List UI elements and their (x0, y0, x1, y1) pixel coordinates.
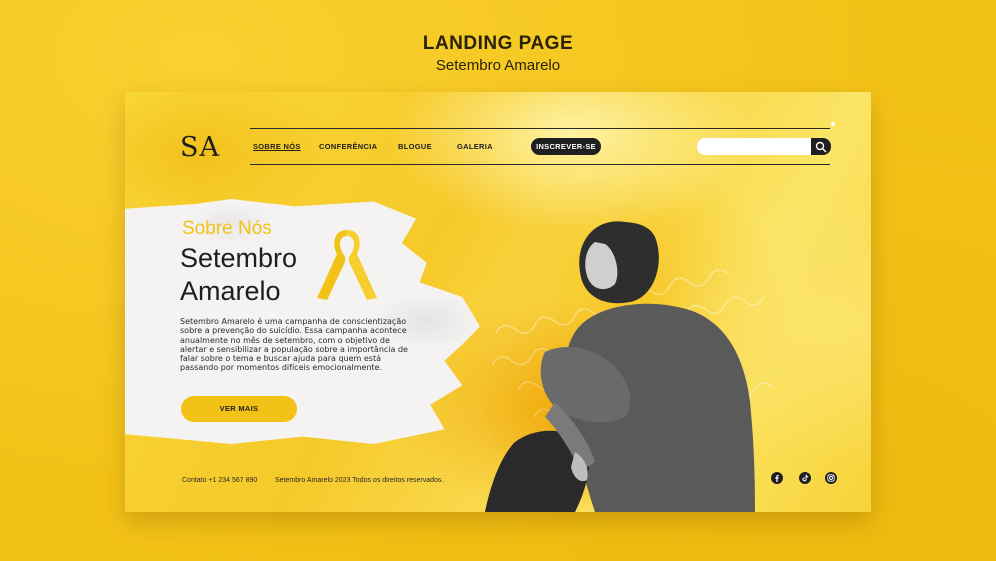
hero-title-line1: Setembro (180, 243, 298, 273)
facebook-icon (775, 475, 779, 482)
search-input[interactable] (697, 138, 812, 155)
subscribe-button[interactable]: INSCREVER-SE (531, 138, 601, 155)
decorative-dot (831, 122, 835, 126)
instagram-icon (827, 474, 835, 482)
yellow-ribbon-icon (317, 230, 377, 300)
footer-copyright: Setembro Amarelo 2023 Todos os direitos … (275, 477, 444, 484)
instagram-link[interactable] (825, 472, 837, 484)
search-icon (815, 141, 827, 153)
woman-sitting-photo (485, 221, 755, 512)
facebook-link[interactable] (771, 472, 783, 484)
hero-paragraph: Setembro Amarelo é uma campanha de consc… (180, 317, 408, 373)
page-subheading: Setembro Amarelo (435, 57, 561, 74)
nav-galeria[interactable]: GALERIA (457, 142, 493, 151)
tiktok-link[interactable] (799, 472, 811, 484)
tiktok-icon (802, 474, 809, 482)
read-more-button[interactable]: VER MAIS (181, 396, 297, 422)
footer-contact: Contato +1 234 567 890 (182, 477, 258, 484)
search-button[interactable] (811, 138, 831, 155)
nav-sobre-nos[interactable]: SOBRE NÓS (253, 142, 301, 151)
nav-divider-bottom (250, 164, 830, 165)
hero-title: Setembro Amarelo (180, 242, 297, 308)
nav-divider-top (250, 128, 830, 129)
page-heading: LANDING PAGE (422, 33, 574, 54)
nav-conferencia[interactable]: CONFERÊNCIA (319, 142, 377, 151)
site-logo[interactable]: SA (180, 132, 220, 163)
nav-blogue[interactable]: BLOGUE (398, 142, 432, 151)
hero-kicker: Sobre Nós (182, 218, 272, 239)
hero-title-line2: Amarelo (180, 276, 281, 306)
landing-page-mockup: SA SOBRE NÓS CONFERÊNCIA BLOGUE GALERIA … (125, 92, 871, 512)
